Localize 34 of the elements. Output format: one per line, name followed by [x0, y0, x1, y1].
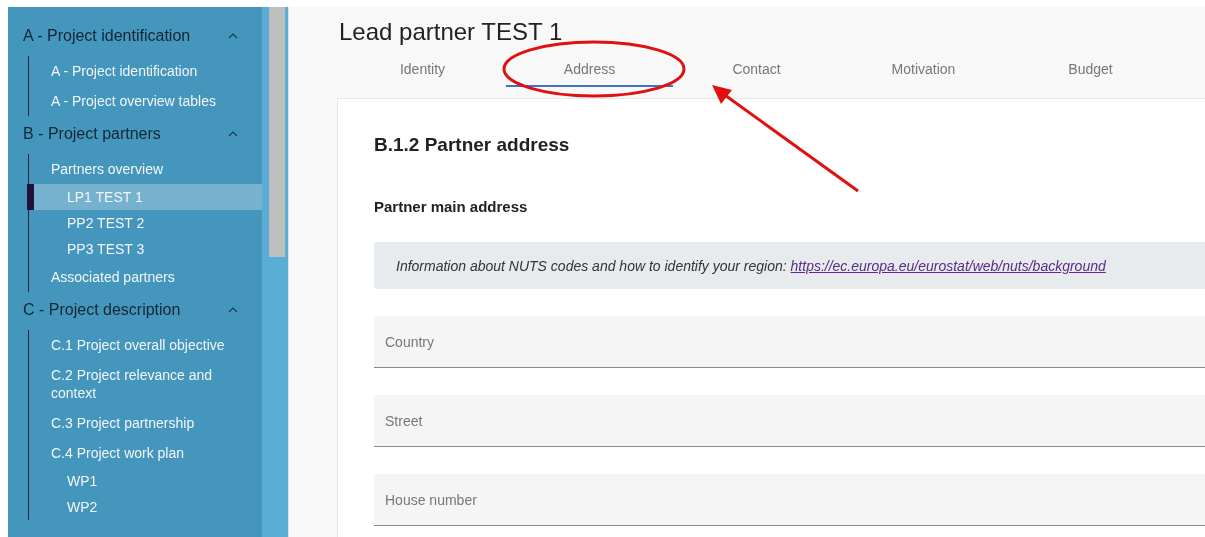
sidebar-group-header[interactable]: B - Project partners [8, 122, 262, 146]
sidebar-item[interactable]: A - Project overview tables [29, 86, 262, 116]
sidebar-group-header[interactable]: A - Project identification [8, 24, 262, 48]
scrollbar[interactable] [262, 7, 288, 537]
section-title: B.1.2 Partner address [374, 133, 571, 157]
sidebar-item[interactable]: WP2 [29, 494, 262, 520]
sidebar-item[interactable]: WP1 [29, 468, 262, 494]
info-text: Information about NUTS codes and how to identify your region: https://ec.europa.eu/eurostat/web/nuts/background [396, 257, 1106, 274]
input-field[interactable]: Country [374, 316, 1205, 368]
chevron-up-icon [228, 131, 238, 137]
scrollbar-thumb[interactable] [269, 7, 285, 257]
sidebar-item[interactable]: PP3 TEST 3 [29, 236, 262, 262]
tab[interactable]: Motivation [840, 52, 1007, 87]
page-title: Lead partner TEST 1 [339, 17, 564, 47]
subsection-title: Partner main address [374, 197, 529, 217]
tab[interactable]: Address [506, 52, 673, 87]
sidebar-item[interactable]: Associated partners [29, 262, 262, 292]
sidebar-group-header[interactable]: C - Project description [8, 298, 262, 322]
input-field[interactable]: House number [374, 474, 1205, 526]
sidebar-item[interactable]: LP1 TEST 1 [27, 184, 262, 210]
tab[interactable]: Budget [1007, 52, 1174, 87]
sidebar-item[interactable]: Partners overview [29, 154, 262, 184]
chevron-up-icon [228, 307, 238, 313]
sidebar-item[interactable]: C.3 Project partnership [29, 408, 262, 438]
sidebar-item[interactable]: C.1 Project overall objective [29, 330, 262, 360]
sidebar-item[interactable]: PP2 TEST 2 [29, 210, 262, 236]
sidebar-item[interactable]: C.4 Project work plan [29, 438, 262, 468]
tab[interactable]: Contact [673, 52, 840, 87]
input-field[interactable]: Street [374, 395, 1205, 447]
chevron-up-icon [228, 33, 238, 39]
tab[interactable]: Identity [339, 52, 506, 87]
sidebar-item[interactable]: A - Project identification [29, 56, 262, 86]
nuts-link[interactable]: https://ec.europa.eu/eurostat/web/nuts/background [790, 257, 1106, 274]
sidebar-item[interactable]: C.2 Project relevance and context [29, 360, 262, 408]
